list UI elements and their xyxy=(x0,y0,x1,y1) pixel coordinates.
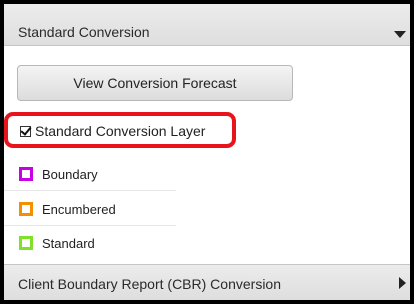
caret-down-icon[interactable] xyxy=(394,31,406,38)
legend-item-boundary: Boundary xyxy=(4,157,176,191)
layer-checkbox[interactable] xyxy=(20,126,31,137)
encumbered-swatch-icon xyxy=(19,202,33,216)
standard-swatch-icon xyxy=(19,236,33,250)
standard-conversion-layer-label[interactable]: Standard Conversion Layer xyxy=(35,123,205,139)
standard-conversion-layer-row[interactable]: Standard Conversion Layer xyxy=(4,112,236,148)
legend-item-encumbered: Encumbered xyxy=(4,192,176,226)
conversion-panel: Standard Conversion View Conversion Fore… xyxy=(4,4,410,300)
standard-conversion-title: Standard Conversion xyxy=(18,24,150,40)
cbr-conversion-header[interactable]: Client Boundary Report (CBR) Conversion xyxy=(4,264,410,300)
cbr-conversion-title: Client Boundary Report (CBR) Conversion xyxy=(18,276,281,292)
standard-conversion-header[interactable]: Standard Conversion xyxy=(4,4,410,46)
caret-right-icon[interactable] xyxy=(399,277,406,289)
legend-label: Standard xyxy=(42,236,95,251)
legend-label: Boundary xyxy=(42,167,98,182)
legend-item-standard: Standard xyxy=(4,226,176,260)
boundary-swatch-icon xyxy=(19,167,33,181)
legend-label: Encumbered xyxy=(42,202,116,217)
view-conversion-forecast-button[interactable]: View Conversion Forecast xyxy=(17,65,293,101)
